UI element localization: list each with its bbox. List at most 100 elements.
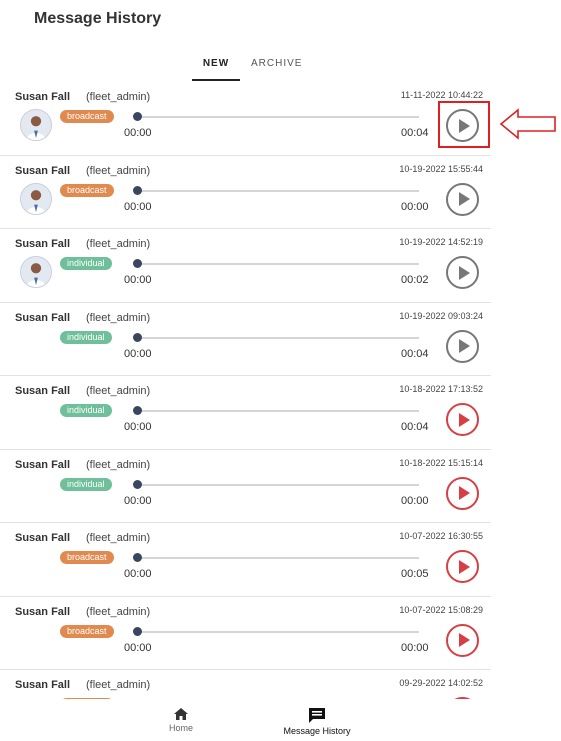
message-icon [309,708,325,723]
message-timestamp: 09-29-2022 14:02:52 [399,678,483,688]
current-time: 00:00 [124,274,152,286]
current-time: 00:00 [124,641,152,654]
audio-progress-track[interactable] [137,336,419,339]
sender-role: (fleet_admin) [86,458,151,471]
duration: 00:02 [401,274,429,286]
audio-progress-track[interactable] [137,116,419,118]
message-row: Susan Fall (fleet_admin) 10-18-2022 15:1… [0,450,491,523]
audio-progress-track[interactable] [137,410,419,412]
audio-progress-track[interactable] [137,557,419,559]
annotation-highlight-box [438,101,490,148]
audio-progress-track[interactable] [137,483,419,486]
duration: 00:00 [401,200,429,213]
message-type-badge: broadcast [60,183,114,197]
home-icon [174,708,188,720]
play-button[interactable] [446,623,479,657]
tab-archive[interactable]: ARCHIVE [251,58,302,69]
avatar [20,182,52,215]
bottom-nav: Home Message History [0,699,491,741]
audio-progress-knob[interactable] [133,479,142,489]
play-icon [458,559,470,574]
nav-home[interactable]: Home [160,707,202,733]
sender-role: (fleet_admin) [86,164,151,177]
sender-name: Susan Fall [15,458,71,471]
audio-progress-knob[interactable] [133,112,142,121]
avatar [20,109,52,141]
play-button[interactable] [446,476,479,510]
current-time: 00:00 [124,421,152,433]
duration: 00:00 [401,641,429,654]
message-row: Susan Fall (fleet_admin) 09-29-2022 14:0… [0,670,491,699]
sender-name: Susan Fall [15,605,71,618]
nav-message-history[interactable]: Message History [272,707,362,736]
message-type-badge: broadcast [60,110,114,123]
message-type-badge: individual [60,257,112,270]
current-time: 00:00 [124,347,152,360]
sender-name: Susan Fall [15,532,71,544]
play-button[interactable] [446,256,479,289]
audio-progress-track[interactable] [137,263,419,265]
duration: 00:04 [401,421,429,433]
play-icon [458,192,470,206]
audio-progress-knob[interactable] [133,185,142,195]
current-time: 00:00 [124,200,152,213]
sender-role: (fleet_admin) [86,311,151,324]
current-time: 00:00 [124,127,152,139]
sender-role: (fleet_admin) [86,385,151,397]
message-row: Susan Fall (fleet_admin) 10-19-2022 09:0… [0,303,491,376]
message-timestamp: 10-19-2022 09:03:24 [399,310,483,321]
message-type-badge: individual [60,477,112,491]
play-icon [458,633,470,647]
message-row: Susan Fall (fleet_admin) 10-19-2022 14:5… [0,229,491,303]
sender-name: Susan Fall [15,385,71,397]
audio-progress-knob[interactable] [133,332,142,342]
message-timestamp: 10-18-2022 15:15:14 [399,457,483,468]
message-list[interactable]: Susan Fall (fleet_admin) 11-11-2022 10:4… [0,82,491,699]
tab-selected-indicator [192,79,240,81]
audio-progress-knob[interactable] [133,553,142,562]
tab-bar: NEW ARCHIVE [192,54,312,82]
sender-role: (fleet_admin) [86,679,151,691]
message-row: Susan Fall (fleet_admin) 10-18-2022 17:1… [0,376,491,450]
sender-role: (fleet_admin) [86,532,151,544]
sender-role: (fleet_admin) [86,605,151,618]
message-row: Susan Fall (fleet_admin) 11-11-2022 10:4… [0,82,491,156]
audio-progress-knob[interactable] [133,626,142,636]
message-type-badge: individual [60,330,112,344]
duration: 00:04 [401,347,429,360]
sender-name: Susan Fall [15,91,71,103]
sender-name: Susan Fall [15,311,71,324]
message-timestamp: 10-07-2022 15:08:29 [399,604,483,615]
audio-progress-track[interactable] [137,630,419,633]
sender-name: Susan Fall [15,679,71,691]
play-icon [458,339,470,353]
message-type-badge: broadcast [60,551,114,564]
message-type-badge: broadcast [60,624,114,638]
play-icon [458,486,470,500]
message-timestamp: 10-19-2022 14:52:19 [399,237,483,247]
audio-progress-knob[interactable] [133,259,142,268]
play-button[interactable] [446,329,479,363]
message-row: Susan Fall (fleet_admin) 10-07-2022 15:0… [0,597,491,670]
duration: 00:00 [401,494,429,507]
play-button[interactable] [446,182,479,216]
audio-progress-track[interactable] [137,189,419,192]
nav-home-label: Home [168,723,193,733]
duration: 00:05 [401,568,429,580]
play-button[interactable] [446,550,479,583]
message-timestamp: 10-19-2022 15:55:44 [399,163,483,174]
page-title: Message History [34,10,162,27]
audio-progress-knob[interactable] [133,406,142,415]
message-row: Susan Fall (fleet_admin) 10-19-2022 15:5… [0,156,491,229]
message-timestamp: 11-11-2022 10:44:22 [400,90,483,100]
annotation-arrow-icon [499,108,556,140]
sender-name: Susan Fall [15,164,71,177]
nav-message-history-label: Message History [283,726,351,736]
play-button[interactable] [446,403,479,436]
tab-new[interactable]: NEW [192,58,240,69]
message-type-badge: individual [60,404,112,417]
duration: 00:04 [401,127,429,139]
message-row: Susan Fall (fleet_admin) 10-07-2022 16:3… [0,523,491,597]
sender-name: Susan Fall [15,238,71,250]
sender-role: (fleet_admin) [86,91,151,103]
